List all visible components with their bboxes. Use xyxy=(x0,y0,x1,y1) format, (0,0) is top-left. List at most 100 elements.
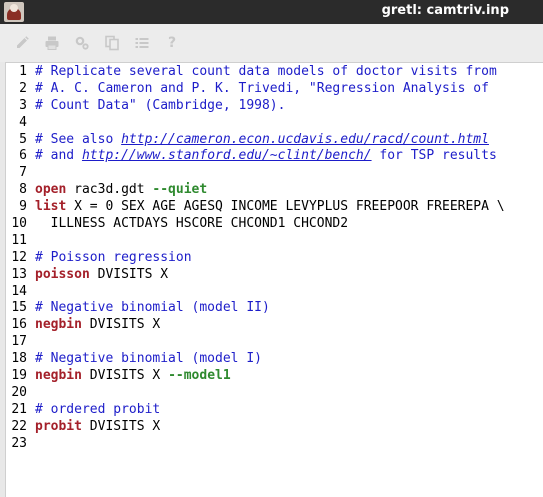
line-number: 6 xyxy=(19,148,27,164)
code-line[interactable]: 4 xyxy=(6,115,543,132)
title-bar[interactable]: gretl: camtriv.inp xyxy=(0,0,543,24)
code-line[interactable]: 16 negbin DVISITS X xyxy=(6,317,543,334)
code-line[interactable]: 13 poisson DVISITS X xyxy=(6,267,543,284)
code-line[interactable]: 7 xyxy=(6,165,543,182)
help-button[interactable]: ? xyxy=(162,33,182,53)
comment-text: # Replicate several count data models of… xyxy=(35,64,497,79)
edit-icon xyxy=(17,36,29,48)
line-number: 2 xyxy=(19,80,27,96)
line-number: 5 xyxy=(19,131,27,147)
code-line[interactable]: 9 list X = 0 SEX AGE AGESQ INCOME LEVYPLU… xyxy=(6,199,543,216)
help-icon: ? xyxy=(167,35,177,51)
command-keyword: poisson xyxy=(35,266,90,282)
line-number: 11 xyxy=(11,232,27,248)
line-source: ILLNESS ACTDAYS HSCORE CHCOND1 CHCOND2 xyxy=(35,216,348,233)
line-number: 17 xyxy=(11,334,27,350)
line-source: probit DVISITS X xyxy=(35,419,160,436)
line-source: # Count Data" (Cambridge, 1998). xyxy=(35,98,285,115)
line-source: # Replicate several count data models of… xyxy=(35,64,497,81)
code-line[interactable]: 21 # ordered probit xyxy=(6,402,543,419)
line-source: poisson DVISITS X xyxy=(35,267,168,284)
command-keyword: open xyxy=(35,182,67,198)
comment-text: # Count Data" (Cambridge, 1998). xyxy=(35,97,286,113)
code-line[interactable]: 18 # Negative binomial (model I) xyxy=(6,351,543,368)
code-text: DVISITS X xyxy=(81,418,161,434)
editor-toolbar: ? xyxy=(0,24,543,62)
code-line[interactable]: 17 xyxy=(6,334,543,351)
comment-text: # Poisson regression xyxy=(35,249,192,265)
settings-icon xyxy=(75,36,89,50)
gretl-app-icon[interactable] xyxy=(4,2,24,22)
line-number: 10 xyxy=(11,216,27,232)
code-text: DVISITS X xyxy=(89,266,169,282)
line-number: 23 xyxy=(11,435,27,451)
line-source: # See also http://cameron.econ.ucdavis.e… xyxy=(35,132,489,149)
line-number: 21 xyxy=(11,401,27,417)
comment-text: # Negative binomial (model II) xyxy=(35,300,270,316)
window-title: gretl: camtriv.inp xyxy=(381,3,509,18)
code-line[interactable]: 11 xyxy=(6,233,543,250)
line-source: negbin DVISITS X --model1 xyxy=(35,368,231,385)
line-source: # A. C. Cameron and P. K. Trivedi, "Regr… xyxy=(35,81,489,98)
code-line[interactable]: 10 ILLNESS ACTDAYS HSCORE CHCOND1 CHCOND… xyxy=(6,216,543,233)
comment-text: # A. C. Cameron and P. K. Trivedi, "Regr… xyxy=(35,80,489,96)
code-lines: 1 # Replicate several count data models o… xyxy=(6,64,543,452)
code-text: X = 0 SEX AGE AGESQ INCOME LEVYPLUS FREE… xyxy=(66,199,505,215)
print-icon xyxy=(45,36,59,50)
code-line[interactable]: 5 # See also http://cameron.econ.ucdavis.… xyxy=(6,132,543,149)
code-line[interactable]: 15 # Negative binomial (model II) xyxy=(6,300,543,317)
code-line[interactable]: 14 xyxy=(6,284,543,301)
command-keyword: list xyxy=(35,199,67,215)
line-number: 13 xyxy=(11,266,27,282)
line-source: # and http://www.stanford.edu/~clint/ben… xyxy=(35,148,497,165)
code-line[interactable]: 8 open rac3d.gdt --quiet xyxy=(6,182,543,199)
comment-text: # and xyxy=(35,148,82,164)
line-number: 18 xyxy=(11,351,27,367)
line-source: # Poisson regression xyxy=(35,250,192,267)
settings-button[interactable] xyxy=(72,33,92,53)
command-keyword: negbin xyxy=(35,368,82,384)
line-number: 8 xyxy=(19,182,27,198)
line-source: negbin DVISITS X xyxy=(35,317,160,334)
code-line[interactable]: 19 negbin DVISITS X --model1 xyxy=(6,368,543,385)
line-number: 14 xyxy=(11,283,27,299)
code-line[interactable]: 22 probit DVISITS X xyxy=(6,419,543,436)
comment-text: # See also xyxy=(35,131,122,147)
line-number: 20 xyxy=(11,384,27,400)
url-link[interactable]: http://cameron.econ.ucdavis.edu/racd/cou… xyxy=(121,132,489,147)
code-line[interactable]: 3 # Count Data" (Cambridge, 1998). xyxy=(6,98,543,115)
code-line[interactable]: 6 # and http://www.stanford.edu/~clint/be… xyxy=(6,148,543,165)
code-line[interactable]: 12 # Poisson regression xyxy=(6,250,543,267)
line-number: 1 xyxy=(19,64,27,79)
line-source: list X = 0 SEX AGE AGESQ INCOME LEVYPLUS… xyxy=(35,199,505,216)
code-line[interactable]: 23 xyxy=(6,436,543,453)
code-text: rac3d.gdt xyxy=(66,182,153,198)
script-editor[interactable]: 1 # Replicate several count data models o… xyxy=(5,62,543,497)
code-line[interactable]: 2 # A. C. Cameron and P. K. Trivedi, "Reg… xyxy=(6,81,543,98)
line-number: 3 xyxy=(19,97,27,113)
line-number: 12 xyxy=(11,249,27,265)
code-text: DVISITS X xyxy=(81,317,161,333)
print-button[interactable] xyxy=(42,33,62,53)
line-number: 15 xyxy=(11,300,27,316)
code-line[interactable]: 1 # Replicate several count data models o… xyxy=(6,64,543,81)
line-number: 16 xyxy=(11,317,27,333)
line-source: open rac3d.gdt --quiet xyxy=(35,182,207,199)
line-number: 7 xyxy=(19,165,27,181)
list-icon xyxy=(135,38,149,48)
line-number: 19 xyxy=(11,368,27,384)
code-text: ILLNESS ACTDAYS HSCORE CHCOND1 CHCOND2 xyxy=(35,216,349,232)
url-link[interactable]: http://www.stanford.edu/~clint/bench/ xyxy=(82,148,372,163)
option-flag: --model1 xyxy=(168,368,231,384)
edit-button[interactable] xyxy=(12,33,32,53)
line-number: 4 xyxy=(19,114,27,130)
line-source: # Negative binomial (model II) xyxy=(35,300,270,317)
command-keyword: negbin xyxy=(35,317,82,333)
copy-button[interactable] xyxy=(102,33,122,53)
code-text: DVISITS X xyxy=(81,368,169,384)
line-source: # Negative binomial (model I) xyxy=(35,351,262,368)
comment-text: # Negative binomial (model I) xyxy=(35,351,262,367)
code-line[interactable]: 20 xyxy=(6,385,543,402)
comment-text: # ordered probit xyxy=(35,401,161,417)
list-button[interactable] xyxy=(132,33,152,53)
